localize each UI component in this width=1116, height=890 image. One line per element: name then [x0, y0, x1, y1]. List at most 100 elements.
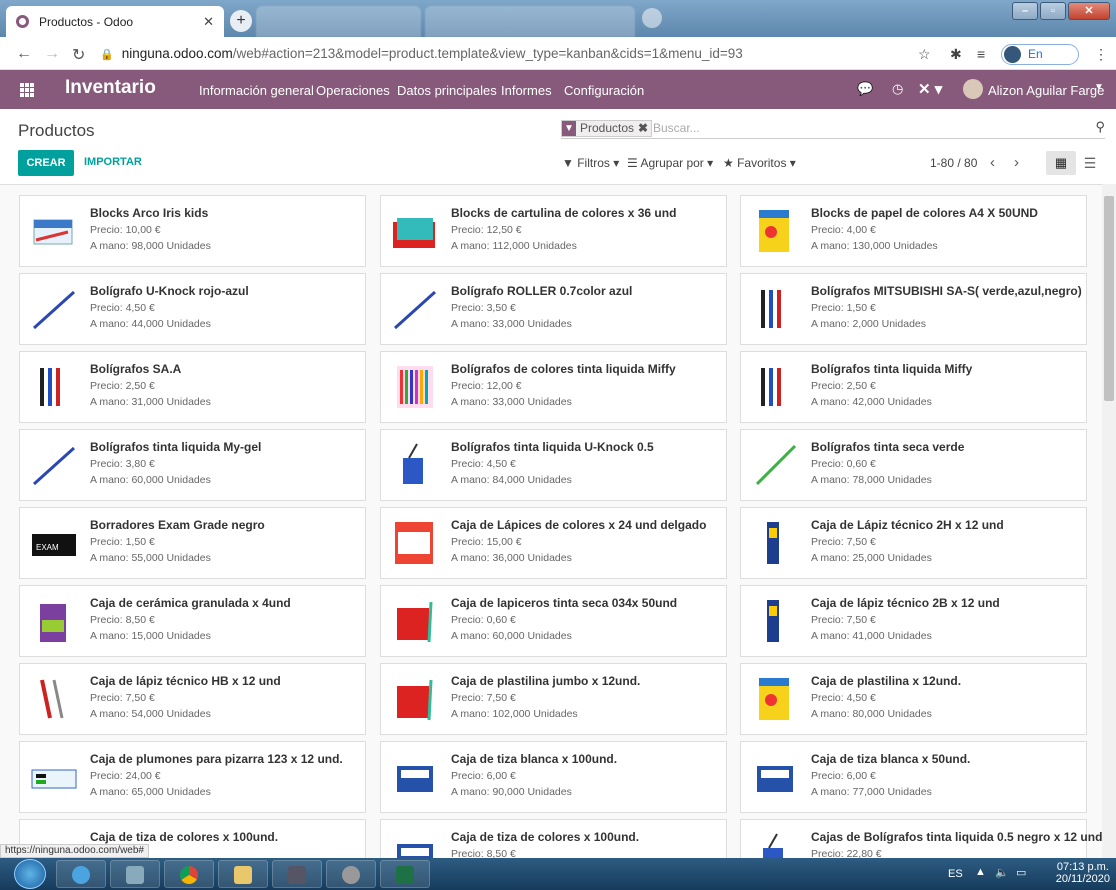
scrollbar-thumb[interactable] — [1104, 196, 1114, 401]
product-price: Precio: 2,50 € — [811, 380, 876, 392]
product-card[interactable]: Caja de plumones para pizarra 123 x 12 u… — [19, 741, 366, 813]
product-card[interactable]: Caja de lápiz técnico HB x 12 und Precio:… — [19, 663, 366, 735]
product-price: Precio: 0,60 € — [811, 458, 876, 470]
menu-configuracion[interactable]: Configuración — [564, 83, 644, 98]
volume-icon[interactable]: 🔈 — [995, 866, 1009, 879]
product-stock: A mano: 77,000 Unidades — [811, 786, 932, 798]
facet-remove-icon[interactable]: ✖ — [638, 121, 651, 136]
tab-close-icon[interactable]: ✕ — [203, 14, 214, 30]
search-bar[interactable]: ▼ Productos ✖ Buscar... ⚲ — [561, 119, 1105, 139]
kanban-view-icon[interactable]: ▦ — [1046, 151, 1076, 175]
product-card[interactable]: Blocks Arco Iris kids Precio: 10,00 € A ma… — [19, 195, 366, 267]
product-price: Precio: 6,00 € — [451, 770, 516, 782]
product-card[interactable]: Bolígrafos tinta liquida Miffy Precio: 2,… — [740, 351, 1087, 423]
language-indicator[interactable]: ES — [948, 868, 963, 880]
more-menu-icon[interactable]: ⋮ — [1094, 46, 1108, 63]
product-card[interactable]: Caja de Lápiz técnico 2H x 12 und Precio:… — [740, 507, 1087, 579]
new-tab-button[interactable]: + — [230, 10, 252, 32]
product-card[interactable]: Caja de tiza blanca x 50und. Precio: 6,00… — [740, 741, 1087, 813]
ie-icon[interactable] — [56, 860, 106, 888]
calculator-icon[interactable] — [110, 860, 160, 888]
tray-up-arrow-icon[interactable]: ▲ — [975, 866, 986, 878]
product-card[interactable]: Caja de plastilina jumbo x 12und. Precio:… — [380, 663, 727, 735]
product-card[interactable]: Blocks de papel de colores A4 X 50UND Pre… — [740, 195, 1087, 267]
product-card[interactable]: Caja de lapiceros tinta seca 034x 50und P… — [380, 585, 727, 657]
product-card[interactable]: Caja de Lápices de colores x 24 und delg… — [380, 507, 727, 579]
menu-informacion-general[interactable]: Información general — [199, 83, 314, 98]
product-card[interactable]: Caja de plastilina x 12und. Precio: 4,50 … — [740, 663, 1087, 735]
reload-icon[interactable]: ↻ — [72, 45, 85, 65]
product-card[interactable]: Bolígrafo ROLLER 0.7color azul Precio: 3,… — [380, 273, 727, 345]
extensions-icon[interactable]: ✱ — [950, 46, 962, 63]
product-card[interactable]: Cajas de Bolígrafos tinta liquida 0.5 ne… — [740, 819, 1102, 858]
product-price: Precio: 7,50 € — [811, 614, 876, 626]
media-player-icon[interactable] — [326, 860, 376, 888]
breadcrumb: Productos — [18, 121, 95, 140]
filters-dropdown[interactable]: ▼ Filtros ▾ — [562, 156, 619, 170]
apps-menu-icon[interactable] — [20, 83, 34, 97]
folder-icon[interactable] — [218, 860, 268, 888]
pager-next-icon[interactable]: › — [1014, 154, 1019, 171]
product-card[interactable]: Blocks de cartulina de colores x 36 und P… — [380, 195, 727, 267]
product-name: Bolígrafos tinta seca verde — [811, 440, 965, 454]
product-name: Caja de tiza blanca x 50und. — [811, 752, 971, 766]
product-card[interactable]: Bolígrafos tinta liquida U-Knock 0.5 Prec… — [380, 429, 727, 501]
product-image — [32, 446, 76, 486]
minimize-icon[interactable]: – — [1012, 2, 1038, 20]
network-icon[interactable]: ▭ — [1016, 866, 1026, 879]
product-card[interactable]: Bolígrafos tinta seca verde Precio: 0,60 … — [740, 429, 1087, 501]
list-view-icon[interactable]: ☰ — [1078, 151, 1102, 175]
import-button[interactable]: IMPORTAR — [84, 156, 142, 168]
maximize-icon[interactable]: ▫ — [1040, 2, 1066, 20]
window-close-icon[interactable]: ✕ — [1068, 2, 1110, 20]
product-price: Precio: 3,80 € — [90, 458, 155, 470]
search-icon[interactable]: ⚲ — [1095, 119, 1105, 135]
product-card[interactable]: Bolígrafos SA.A Precio: 2,50 € A mano: 31,… — [19, 351, 366, 423]
url-field[interactable]: 🔒 ninguna.odoo.com/web#action=213&model=p… — [100, 42, 960, 66]
search-input[interactable]: Buscar... — [653, 121, 700, 135]
start-button[interactable] — [14, 859, 46, 889]
forward-arrow-icon[interactable]: → — [44, 45, 60, 63]
menu-informes[interactable]: Informes — [501, 83, 552, 98]
menu-operaciones[interactable]: Operaciones — [316, 83, 390, 98]
product-card[interactable]: Caja de tiza blanca x 100und. Precio: 6,0… — [380, 741, 727, 813]
user-name[interactable]: Alizon Aguilar Farge — [988, 83, 1104, 98]
browser-tab[interactable] — [256, 6, 421, 37]
product-card[interactable]: Caja de tiza de colores x 100und. Precio:… — [380, 819, 727, 858]
chat-icon[interactable]: 💬 — [857, 81, 873, 97]
product-stock: A mano: 31,000 Unidades — [90, 396, 211, 408]
groupby-dropdown[interactable]: ☰ Agrupar por ▾ — [627, 156, 713, 170]
browser-tab-active[interactable]: Productos - Odoo ✕ — [6, 6, 224, 37]
chrome-icon[interactable] — [164, 860, 214, 888]
menu-datos-principales[interactable]: Datos principales — [397, 83, 497, 98]
profile-button[interactable]: En pausa — [1001, 44, 1079, 80]
debug-tools-icon[interactable]: ✕ ▾ — [918, 80, 942, 98]
product-card[interactable]: Bolígrafos tinta liquida My-gel Precio: 3… — [19, 429, 366, 501]
pager-value[interactable]: 1-80 / 80 — [930, 156, 977, 170]
avatar[interactable] — [963, 79, 983, 99]
product-card[interactable]: Bolígrafos MITSUBISHI SA-S( verde,azul,n… — [740, 273, 1087, 345]
browser-tab[interactable] — [425, 6, 635, 37]
app-name[interactable]: Inventario — [65, 77, 156, 99]
excel-icon[interactable] — [380, 860, 430, 888]
chevron-down-icon[interactable]: ▼ — [1094, 82, 1104, 93]
product-card[interactable]: Bolígrafo U-Knock rojo-azul Precio: 4,50 … — [19, 273, 366, 345]
app-icon[interactable] — [272, 860, 322, 888]
create-button[interactable]: CREAR — [18, 150, 74, 176]
star-icon[interactable]: ☆ — [918, 46, 931, 63]
pager-previous-icon[interactable]: ‹ — [990, 154, 995, 171]
activity-clock-icon[interactable]: ◷ — [892, 81, 903, 97]
new-tab-icon[interactable] — [642, 8, 662, 28]
product-price: Precio: 4,50 € — [451, 458, 516, 470]
product-stock: A mano: 42,000 Unidades — [811, 396, 932, 408]
back-arrow-icon[interactable]: ← — [16, 45, 32, 63]
product-card[interactable]: Bolígrafos de colores tinta liquida Miff… — [380, 351, 727, 423]
reading-list-icon[interactable]: ≡ — [977, 46, 985, 62]
clock[interactable]: 07:13 p.m. 20/11/2020 — [1056, 861, 1110, 885]
favorites-dropdown[interactable]: ★ Favoritos ▾ — [723, 156, 796, 170]
product-card[interactable]: Caja de lápiz técnico 2B x 12 und Precio:… — [740, 585, 1087, 657]
product-stock: A mano: 90,000 Unidades — [451, 786, 572, 798]
search-facet[interactable]: ▼ Productos ✖ — [561, 120, 653, 137]
product-card[interactable]: Caja de cerámica granulada x 4und Precio:… — [19, 585, 366, 657]
product-card[interactable]: EXAM Borradores Exam Grade negro Precio: 1… — [19, 507, 366, 579]
